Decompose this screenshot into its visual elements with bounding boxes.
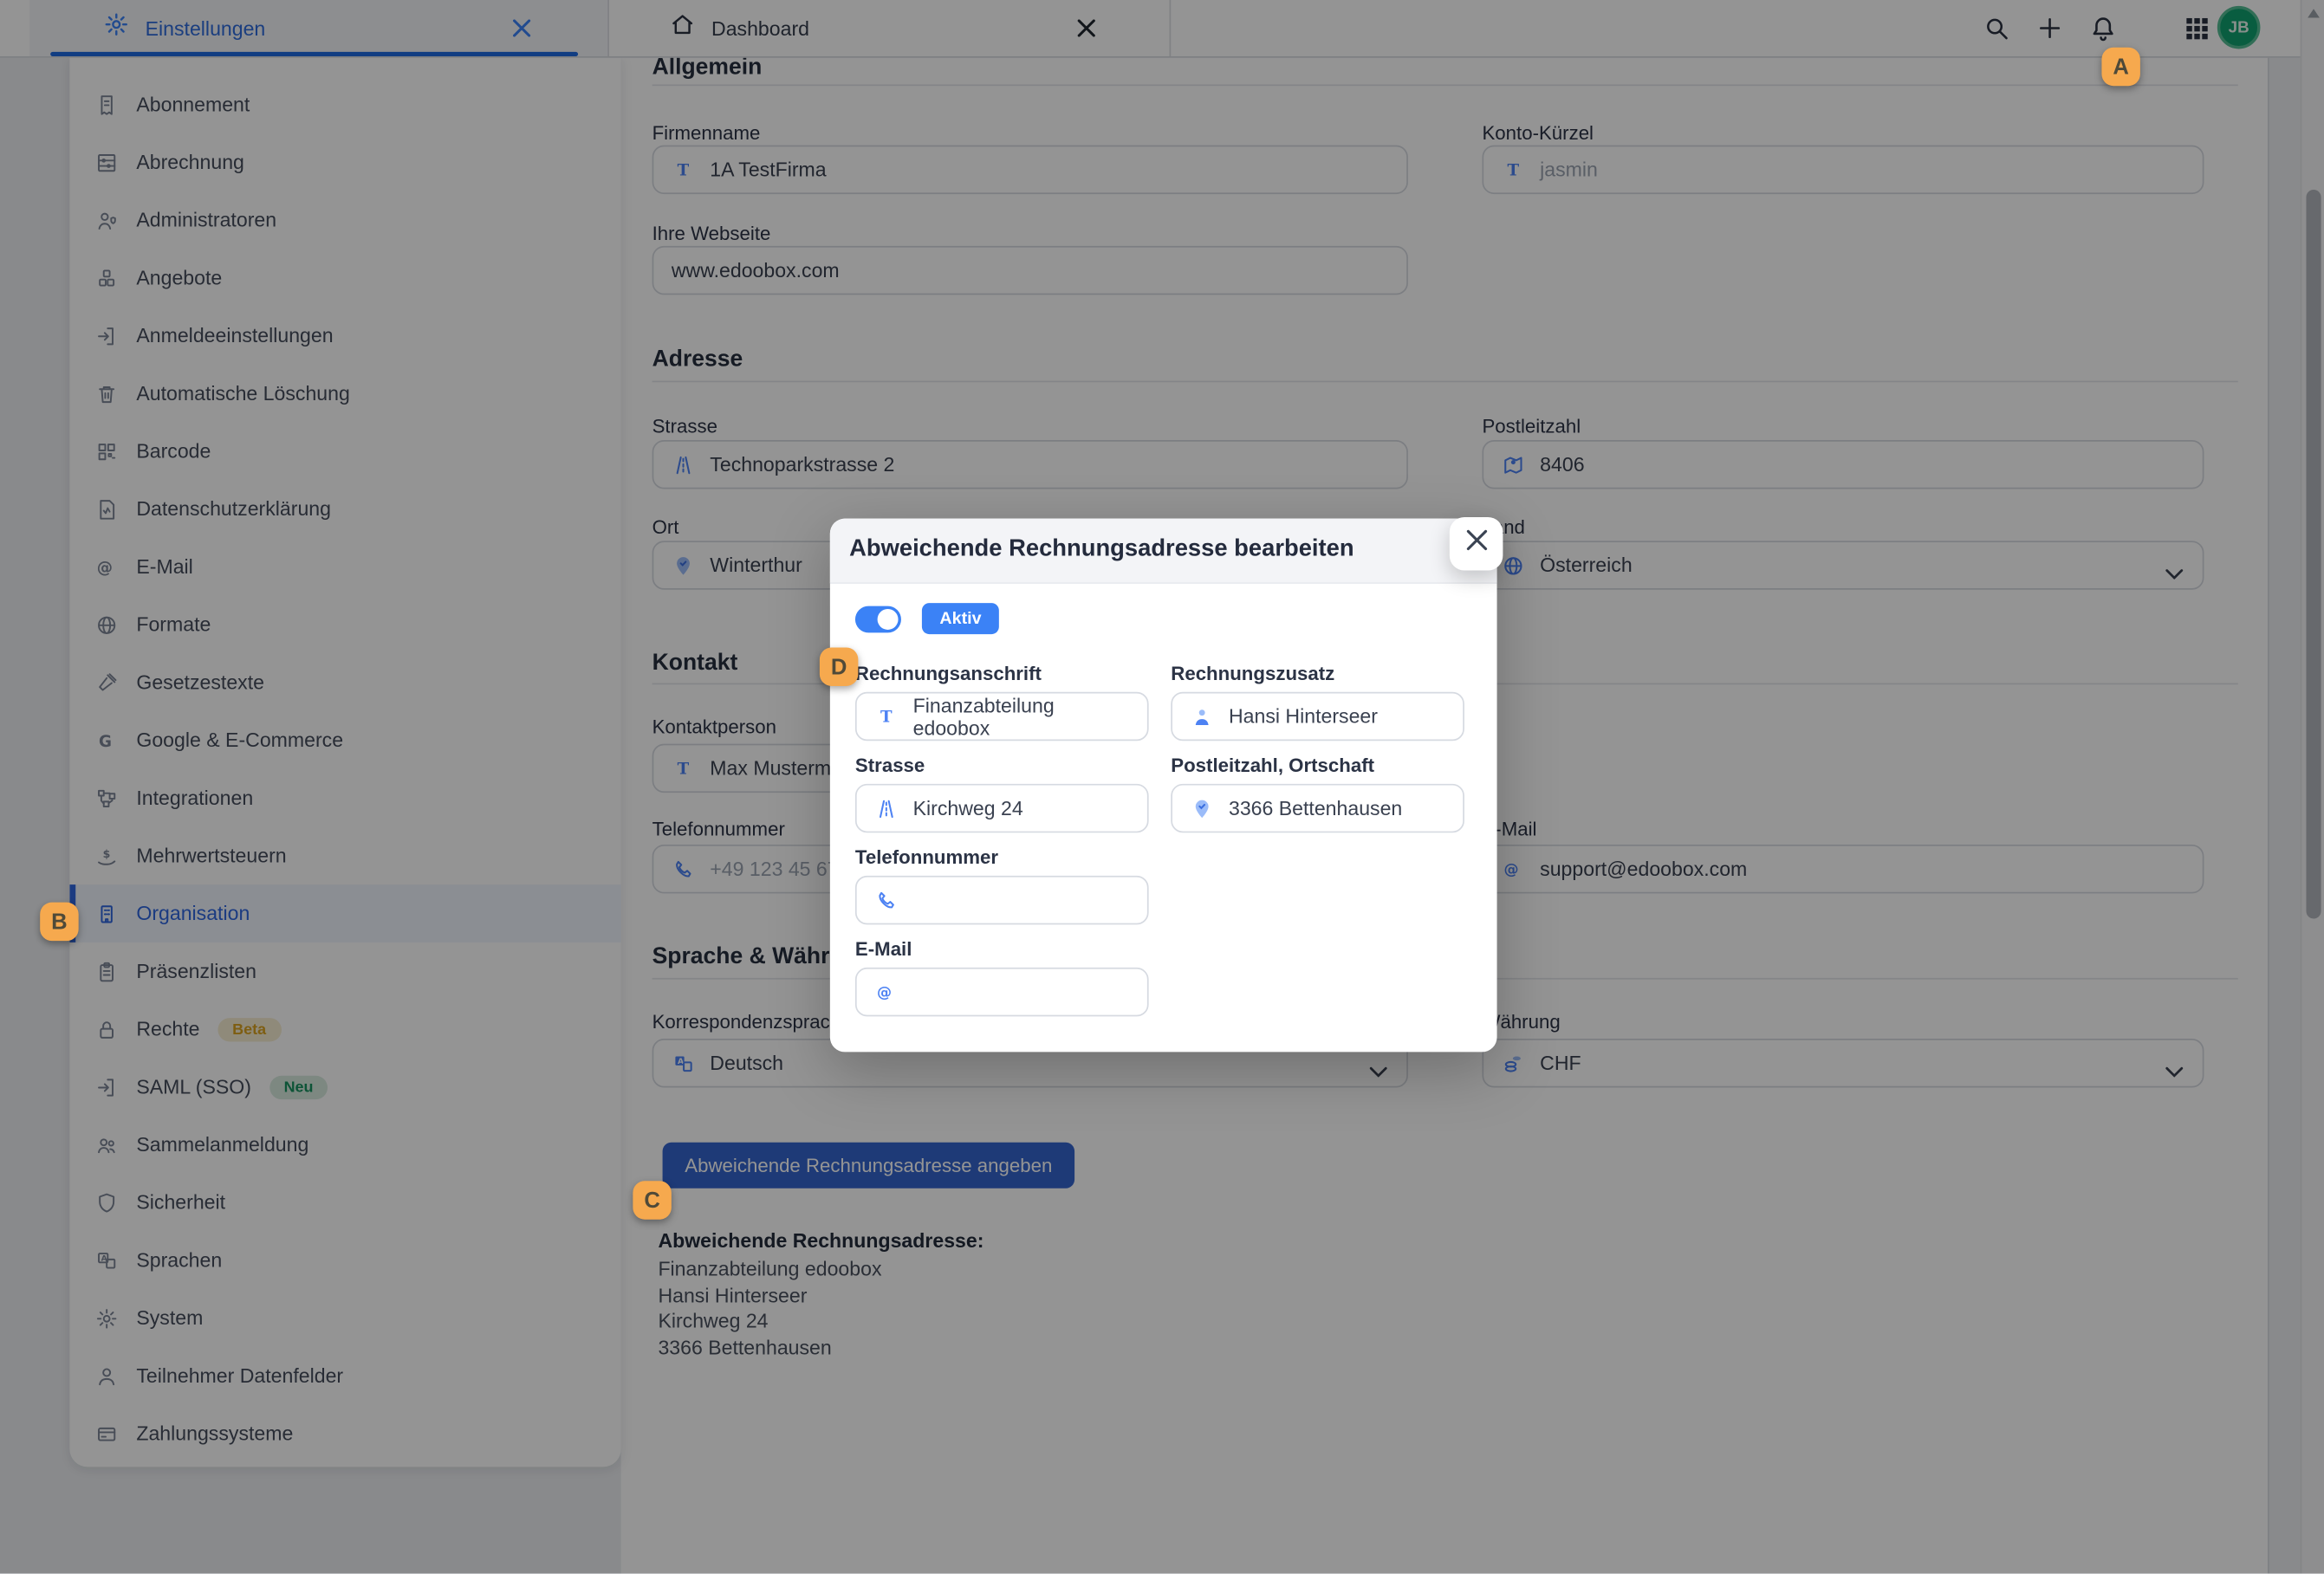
- toggle-knob: [878, 609, 899, 630]
- rechnungsanschrift-input[interactable]: T Finanzabteilung edoobox: [855, 692, 1149, 741]
- annotation-badge-d: D: [820, 647, 858, 685]
- aktiv-badge[interactable]: Aktiv: [922, 603, 999, 634]
- modal-close-button[interactable]: [1450, 517, 1503, 571]
- modal-header: Abweichende Rechnungsadresse bearbeiten: [830, 519, 1497, 584]
- plz-ortschaft-input[interactable]: 3366 Bettenhausen: [1171, 784, 1464, 832]
- annotation-badge-c: C: [633, 1181, 671, 1219]
- plz-ortschaft-value: 3366 Bettenhausen: [1229, 797, 1402, 819]
- modal-email-input[interactable]: @: [855, 968, 1149, 1016]
- modal-strasse-label: Strasse: [855, 755, 925, 777]
- modal-telefonnummer-label: Telefonnummer: [855, 846, 998, 869]
- app-root: Einstellungen Dashboard JB: [0, 0, 2324, 1574]
- modal-telefonnummer-input[interactable]: [855, 876, 1149, 924]
- rechnungszusatz-input[interactable]: Hansi Hinterseer: [1171, 692, 1464, 741]
- rechnungszusatz-value: Hansi Hinterseer: [1229, 705, 1378, 728]
- person-icon: [1190, 704, 1213, 728]
- close-icon: [1465, 529, 1488, 559]
- location-pin-icon: [1190, 796, 1213, 819]
- plz-ortschaft-label: Postleitzahl, Ortschaft: [1171, 755, 1374, 777]
- modal-email-label: E-Mail: [855, 938, 912, 961]
- rechnungsanschrift-value: Finanzabteilung edoobox: [913, 694, 1130, 738]
- abweichende-rechnungsadresse-modal: Abweichende Rechnungsadresse bearbeiten …: [830, 519, 1497, 1053]
- road-icon: [874, 796, 898, 819]
- svg-text:T: T: [880, 708, 893, 726]
- rechnungsanschrift-label: Rechnungsanschrift: [855, 663, 1042, 685]
- text-icon: T: [874, 704, 898, 728]
- aktiv-toggle[interactable]: [855, 606, 901, 633]
- at-icon: @: [874, 980, 898, 1003]
- modal-strasse-value: Kirchweg 24: [913, 797, 1023, 819]
- modal-strasse-input[interactable]: Kirchweg 24: [855, 784, 1149, 832]
- modal-title: Abweichende Rechnungsadresse bearbeiten: [849, 536, 1354, 563]
- rechnungszusatz-label: Rechnungszusatz: [1171, 663, 1334, 685]
- svg-text:@: @: [877, 983, 892, 1001]
- phone-icon: [874, 888, 898, 911]
- annotation-badge-b: B: [40, 903, 78, 941]
- screenshot-viewport: Einstellungen Dashboard JB: [0, 0, 2324, 1574]
- annotation-badge-a: A: [2101, 48, 2139, 86]
